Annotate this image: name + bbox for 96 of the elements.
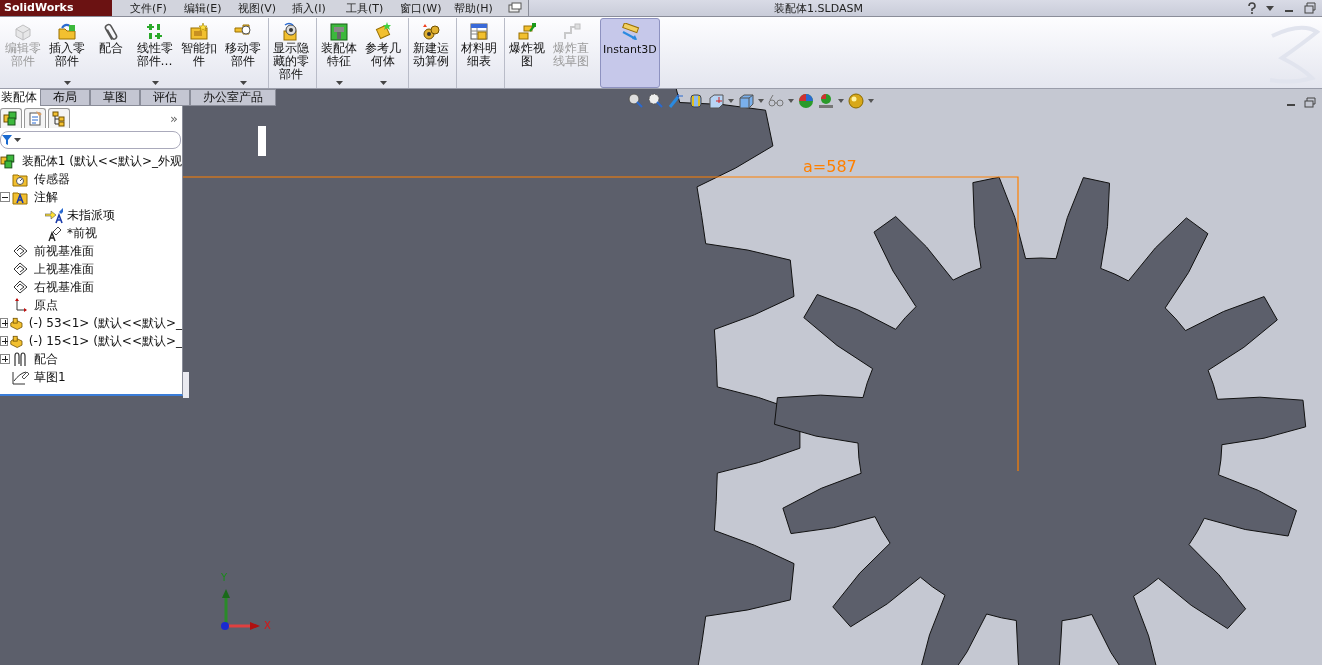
tree-item[interactable]: 注解 bbox=[34, 188, 58, 206]
sphere-icon[interactable] bbox=[848, 93, 864, 109]
window-title: 装配体1.SLDASM bbox=[773, 0, 864, 16]
caret-icon[interactable] bbox=[379, 81, 387, 85]
blocks-icon bbox=[3, 110, 19, 127]
toolbar-button[interactable]: 配合 bbox=[88, 18, 132, 88]
color-ball-icon[interactable] bbox=[798, 93, 814, 109]
zoom-icon[interactable] bbox=[648, 93, 664, 109]
restore-icon[interactable] bbox=[1304, 97, 1316, 108]
filter-icon bbox=[2, 135, 12, 145]
gears-icon bbox=[420, 22, 441, 41]
block-icon bbox=[328, 22, 349, 41]
menu-item[interactable]: 工具(T) bbox=[346, 0, 400, 16]
toolbar-button[interactable]: 移动零部件 bbox=[220, 18, 264, 88]
toolbar-button[interactable]: 参考几何体 bbox=[360, 18, 404, 88]
cursor-bar bbox=[258, 126, 266, 156]
block-icon bbox=[12, 22, 33, 41]
tree-item[interactable]: 前视基准面 bbox=[34, 242, 94, 260]
tree-item[interactable]: 装配体1 (默认<<默认>_外观 bbox=[21, 152, 182, 170]
tree-item[interactable]: (-) 53<1> (默认<<默认>_ bbox=[28, 314, 182, 332]
pen-icon bbox=[45, 224, 63, 242]
toolbar-button[interactable]: 爆炸视图 bbox=[504, 18, 548, 88]
expand-toggle[interactable] bbox=[0, 318, 9, 328]
tree-item[interactable]: 未指派项 bbox=[67, 206, 115, 224]
folder-star-icon bbox=[188, 22, 209, 41]
expand-toggle[interactable] bbox=[0, 354, 10, 364]
menu-item[interactable]: 文件(F) bbox=[130, 0, 184, 16]
table-icon bbox=[468, 22, 489, 41]
pen-icon[interactable] bbox=[668, 93, 684, 109]
menu-item[interactable]: 窗口(W) bbox=[400, 0, 454, 16]
sketch-icon bbox=[12, 368, 30, 386]
toolbar-button[interactable]: 新建运动算例 bbox=[408, 18, 452, 88]
filter-field[interactable] bbox=[0, 131, 181, 149]
panel-tab[interactable] bbox=[24, 108, 46, 128]
caret-icon[interactable] bbox=[788, 99, 794, 103]
tab[interactable]: 评估 bbox=[140, 89, 190, 106]
cylinder-icon[interactable] bbox=[688, 93, 704, 109]
tree-item[interactable]: (-) 15<1> (默认<<默认>_ bbox=[28, 332, 182, 350]
toolbar-button[interactable]: 智能扣件 bbox=[176, 18, 220, 88]
grid-icon bbox=[144, 22, 165, 41]
caret-icon[interactable] bbox=[335, 81, 343, 85]
plane-icon bbox=[12, 260, 30, 278]
tree-item[interactable]: 草图1 bbox=[34, 368, 66, 386]
tab[interactable]: 草图 bbox=[90, 89, 140, 106]
toolbar-button[interactable]: 材料明细表 bbox=[456, 18, 500, 88]
menu-item[interactable]: 编辑(E) bbox=[184, 0, 238, 16]
caret-icon[interactable] bbox=[151, 81, 159, 85]
toolbar-button[interactable]: 装配体特征 bbox=[316, 18, 360, 88]
caret-icon[interactable] bbox=[758, 99, 764, 103]
caret-icon[interactable] bbox=[868, 99, 874, 103]
tree-item[interactable]: 传感器 bbox=[34, 170, 70, 188]
axis-label: Y bbox=[221, 572, 228, 583]
tree-item[interactable]: 原点 bbox=[34, 296, 58, 314]
menu-item[interactable]: 视图(V) bbox=[238, 0, 292, 16]
caret-icon[interactable] bbox=[63, 81, 71, 85]
tab[interactable]: 办公室产品 bbox=[190, 89, 276, 106]
menu-item[interactable]: 帮助(H) bbox=[454, 0, 508, 16]
splitter-handle[interactable] bbox=[183, 372, 189, 398]
expand-chevron[interactable]: » bbox=[170, 110, 178, 126]
menu-item[interactable]: 插入(I) bbox=[292, 0, 346, 16]
tree-item[interactable]: 配合 bbox=[34, 350, 58, 368]
panel-tab[interactable] bbox=[48, 108, 70, 128]
expand-toggle[interactable] bbox=[0, 336, 9, 346]
ruler-icon bbox=[619, 23, 640, 42]
cube-icon[interactable] bbox=[738, 93, 754, 109]
caret-icon[interactable] bbox=[239, 81, 247, 85]
window-icon[interactable] bbox=[508, 2, 522, 14]
caret-icon[interactable] bbox=[728, 99, 734, 103]
tab[interactable]: 布局 bbox=[40, 89, 90, 106]
tree-item[interactable]: 右视基准面 bbox=[34, 278, 94, 296]
toolbar-button[interactable]: 线性零部件… bbox=[132, 18, 176, 88]
toolbar-button[interactable]: 显示隐藏的零部件 bbox=[268, 18, 312, 88]
plane-icon bbox=[12, 278, 30, 296]
arrow-icon bbox=[45, 206, 63, 224]
boxes-icon bbox=[516, 22, 537, 41]
tab[interactable]: 装配体 bbox=[0, 89, 40, 106]
hierarchy-icon bbox=[51, 110, 67, 127]
plane-icon bbox=[12, 242, 30, 260]
tree-item[interactable]: *前视 bbox=[67, 224, 97, 242]
caret-icon[interactable] bbox=[838, 99, 844, 103]
caret-icon[interactable] bbox=[14, 138, 21, 142]
folder-icon bbox=[56, 22, 77, 41]
restore-icon[interactable] bbox=[1304, 2, 1316, 14]
zoom-icon[interactable] bbox=[628, 93, 644, 109]
axis-label: X bbox=[264, 620, 271, 631]
cube-icon[interactable] bbox=[708, 93, 724, 109]
panel-tab[interactable] bbox=[0, 108, 22, 128]
toolbar-button[interactable]: 插入零部件 bbox=[44, 18, 88, 88]
app-logo: SolidWorks bbox=[0, 0, 112, 16]
toolbar-button[interactable]: Instant3D bbox=[600, 18, 660, 88]
collapse-toggle[interactable] bbox=[0, 192, 10, 202]
scene-icon[interactable] bbox=[818, 93, 834, 109]
glasses-icon[interactable] bbox=[768, 93, 784, 109]
document-icon bbox=[27, 110, 43, 127]
tree-item[interactable]: 上视基准面 bbox=[34, 260, 94, 278]
help-icon[interactable] bbox=[1248, 2, 1256, 14]
